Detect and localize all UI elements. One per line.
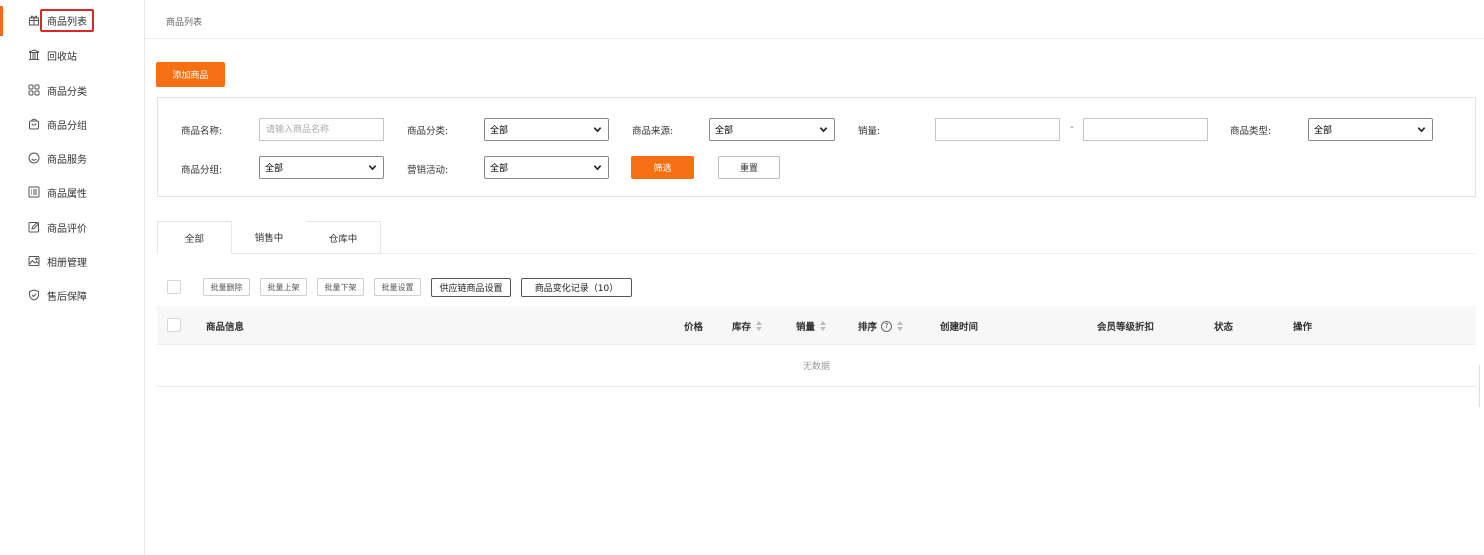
marketing-label: 营销活动:: [407, 165, 449, 176]
col-sales[interactable]: 销量: [796, 319, 827, 333]
category-label: 商品分类:: [407, 126, 449, 137]
chevron-down-icon: [1417, 127, 1426, 133]
col-product-info: 商品信息: [206, 322, 245, 333]
sidebar-item-label: 商品分组: [47, 120, 87, 132]
col-stock[interactable]: 库存: [732, 319, 763, 333]
sales-max-input[interactable]: [1083, 118, 1208, 141]
tab-all[interactable]: 全部: [157, 221, 232, 254]
sidebar-item-label: 售后保障: [47, 291, 87, 303]
empty-text: 无数据: [802, 362, 830, 372]
sales-label: 销量:: [858, 126, 881, 137]
batch-delete-button[interactable]: 批量删除: [203, 278, 250, 296]
col-sort-label: 排序: [858, 322, 878, 333]
sort-icon[interactable]: [897, 321, 904, 331]
header-checkbox[interactable]: [167, 318, 181, 332]
source-label: 商品来源:: [632, 126, 674, 137]
filter-panel: 商品名称: 商品分类: 全部 商品来源: 全部 销量: - 商品类型: 全部 商…: [157, 97, 1476, 197]
chevron-down-icon: [593, 127, 602, 133]
tab-in-warehouse[interactable]: 仓库中: [306, 221, 381, 254]
product-type-select[interactable]: 全部: [1308, 118, 1433, 141]
change-log-button[interactable]: 商品变化记录（10）: [521, 278, 632, 297]
sidebar-item-reviews[interactable]: 商品评价: [0, 210, 144, 244]
reset-button[interactable]: 重置: [718, 156, 780, 179]
sort-icon[interactable]: [756, 321, 763, 331]
sidebar-item-label: 商品列表: [40, 8, 94, 32]
breadcrumb: 商品列表: [166, 18, 203, 28]
filter-button[interactable]: 筛选: [631, 156, 694, 179]
col-sales-label: 销量: [796, 322, 816, 333]
chevron-down-icon: [593, 165, 602, 171]
tab-on-sale[interactable]: 销售中: [232, 221, 306, 254]
group-label: 商品分组:: [181, 165, 223, 176]
status-tabs: 全部 销售中 仓库中: [157, 221, 381, 254]
image-icon: [28, 255, 40, 267]
product-name-input[interactable]: [259, 118, 384, 141]
smile-icon: [28, 152, 40, 164]
col-stock-label: 库存: [732, 322, 752, 333]
breadcrumb-bar: 商品列表: [145, 0, 1484, 39]
sidebar-item-label: 商品服务: [47, 154, 87, 166]
product-type-select-value: 全部: [1314, 126, 1333, 136]
sidebar-item-label: 回收站: [47, 51, 77, 63]
sidebar-item-album[interactable]: 相册管理: [0, 244, 144, 278]
sidebar-item-label: 相册管理: [47, 257, 87, 269]
chevron-down-icon: [368, 165, 377, 171]
recycle-bin-icon: [28, 49, 40, 61]
list-icon: [28, 186, 40, 198]
col-sort[interactable]: 排序 ?: [858, 319, 904, 333]
grid-icon: [28, 84, 40, 96]
col-member-discount: 会员等级折扣: [1097, 322, 1155, 333]
sidebar-item-recycle-bin[interactable]: 回收站: [0, 38, 144, 72]
sidebar-item-label: 商品分类: [47, 86, 87, 98]
sidebar-item-aftersales[interactable]: 售后保障: [0, 278, 144, 312]
sidebar: 商品列表 回收站 商品分类 商品分组 商品服务 商品属性 商品评价 相册管理 售…: [0, 0, 145, 555]
category-select[interactable]: 全部: [484, 118, 609, 141]
sidebar-item-category[interactable]: 商品分类: [0, 73, 144, 107]
empty-row: 无数据: [157, 345, 1476, 387]
table-header: 商品信息 价格 库存 销量 排序 ? 创建时间 会员等级折扣 状态 操作: [157, 306, 1476, 345]
source-select[interactable]: 全部: [709, 118, 835, 141]
category-select-value: 全部: [490, 126, 509, 136]
sort-icon[interactable]: [820, 321, 827, 331]
add-product-button[interactable]: 添加商品: [156, 62, 225, 87]
sidebar-item-label: 商品属性: [47, 188, 87, 200]
help-icon[interactable]: ?: [881, 320, 893, 332]
select-all-checkbox[interactable]: [167, 280, 181, 294]
source-select-value: 全部: [715, 126, 734, 136]
sidebar-item-group[interactable]: 商品分组: [0, 107, 144, 141]
edit-icon: [28, 221, 40, 233]
shield-icon: [28, 289, 40, 301]
group-select[interactable]: 全部: [259, 156, 384, 179]
sidebar-item-label: 商品评价: [47, 223, 87, 235]
main-content: 商品列表 添加商品 商品名称: 商品分类: 全部 商品来源: 全部 销量: - …: [145, 0, 1484, 555]
marketing-select-value: 全部: [490, 164, 509, 174]
sales-range-dash: -: [1070, 122, 1074, 133]
product-name-label: 商品名称:: [181, 126, 223, 137]
sidebar-item-service[interactable]: 商品服务: [0, 141, 144, 175]
col-created: 创建时间: [940, 322, 979, 333]
sales-min-input[interactable]: [935, 118, 1060, 141]
batch-onshelf-button[interactable]: 批量上架: [260, 278, 307, 296]
batch-offshelf-button[interactable]: 批量下架: [317, 278, 364, 296]
marketing-select[interactable]: 全部: [484, 156, 609, 179]
bag-icon: [28, 118, 40, 130]
col-actions: 操作: [1293, 322, 1313, 333]
sidebar-item-attributes[interactable]: 商品属性: [0, 175, 144, 209]
scrollbar[interactable]: [1479, 365, 1484, 407]
batch-settings-button[interactable]: 批量设置: [374, 278, 421, 296]
sidebar-item-product-list[interactable]: 商品列表: [0, 3, 144, 37]
chevron-down-icon: [819, 127, 828, 133]
product-type-label: 商品类型:: [1230, 126, 1272, 137]
tabs-divider: [381, 253, 1476, 254]
col-status: 状态: [1214, 322, 1234, 333]
group-select-value: 全部: [265, 164, 284, 174]
gift-icon: [28, 14, 40, 26]
supply-chain-settings-button[interactable]: 供应链商品设置: [431, 278, 511, 297]
col-price: 价格: [684, 322, 704, 333]
